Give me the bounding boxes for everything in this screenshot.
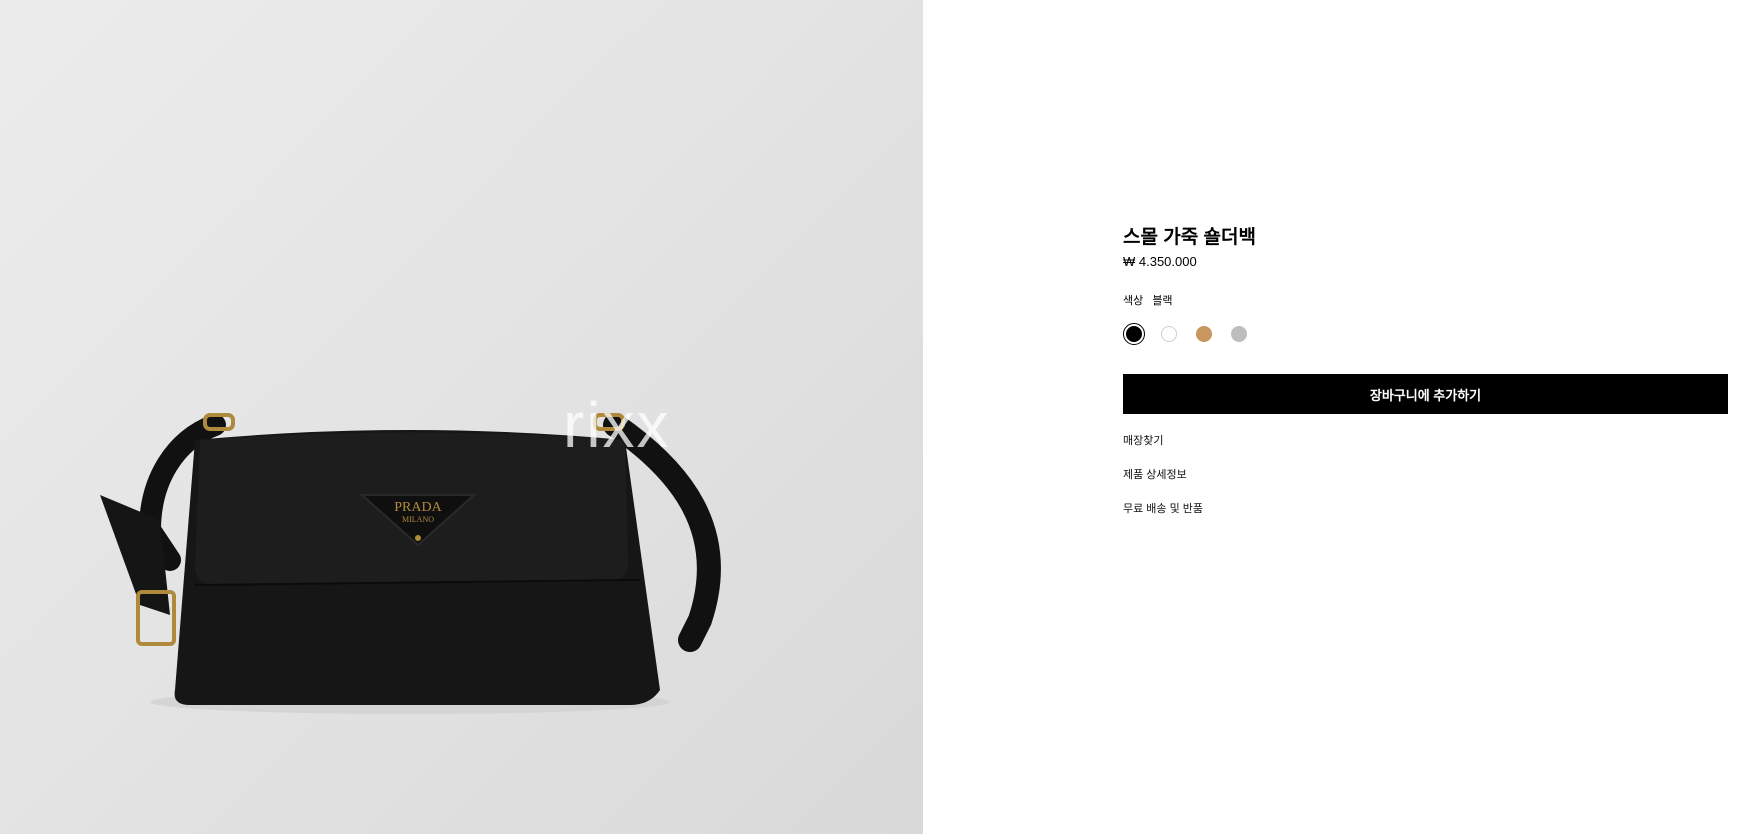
color-selection-label: 색상 블랙 — [1123, 292, 1173, 308]
color-label: 색상 — [1123, 295, 1144, 307]
swatch-dot — [1161, 326, 1177, 342]
swatch-dot — [1231, 326, 1247, 342]
watermark: rixx — [563, 389, 671, 461]
selected-color-name: 블랙 — [1152, 295, 1173, 307]
product-image: PRADA MILANO rixx — [0, 0, 923, 834]
color-swatch-tan[interactable] — [1193, 323, 1215, 345]
color-swatch-white[interactable] — [1158, 323, 1180, 345]
shoulder-bag-illustration: PRADA MILANO — [100, 413, 721, 714]
shipping-returns-link[interactable]: 무료 배송 및 반품 — [1123, 500, 1203, 516]
color-swatches — [1123, 323, 1250, 345]
brand-plate-text: PRADA — [394, 500, 442, 515]
product-page: PRADA MILANO rixx 스몰 가죽 숄더백 ₩ 4.350.000 … — [0, 0, 1752, 834]
product-price: ₩ 4.350.000 — [1123, 254, 1197, 269]
product-details-link[interactable]: 제품 상세정보 — [1123, 466, 1187, 482]
find-store-link[interactable]: 매장찾기 — [1123, 432, 1163, 448]
brand-plate-subtext: MILANO — [402, 515, 434, 524]
add-to-cart-button[interactable]: 장바구니에 추가하기 — [1123, 374, 1728, 414]
product-info-panel: 스몰 가죽 숄더백 ₩ 4.350.000 색상 블랙 장바구니에 추가하기 매… — [1123, 0, 1728, 834]
product-title: 스몰 가죽 숄더백 — [1123, 227, 1256, 248]
swatch-dot — [1196, 326, 1212, 342]
color-swatch-grey[interactable] — [1228, 323, 1250, 345]
swatch-dot — [1126, 326, 1142, 342]
color-swatch-black[interactable] — [1123, 323, 1145, 345]
